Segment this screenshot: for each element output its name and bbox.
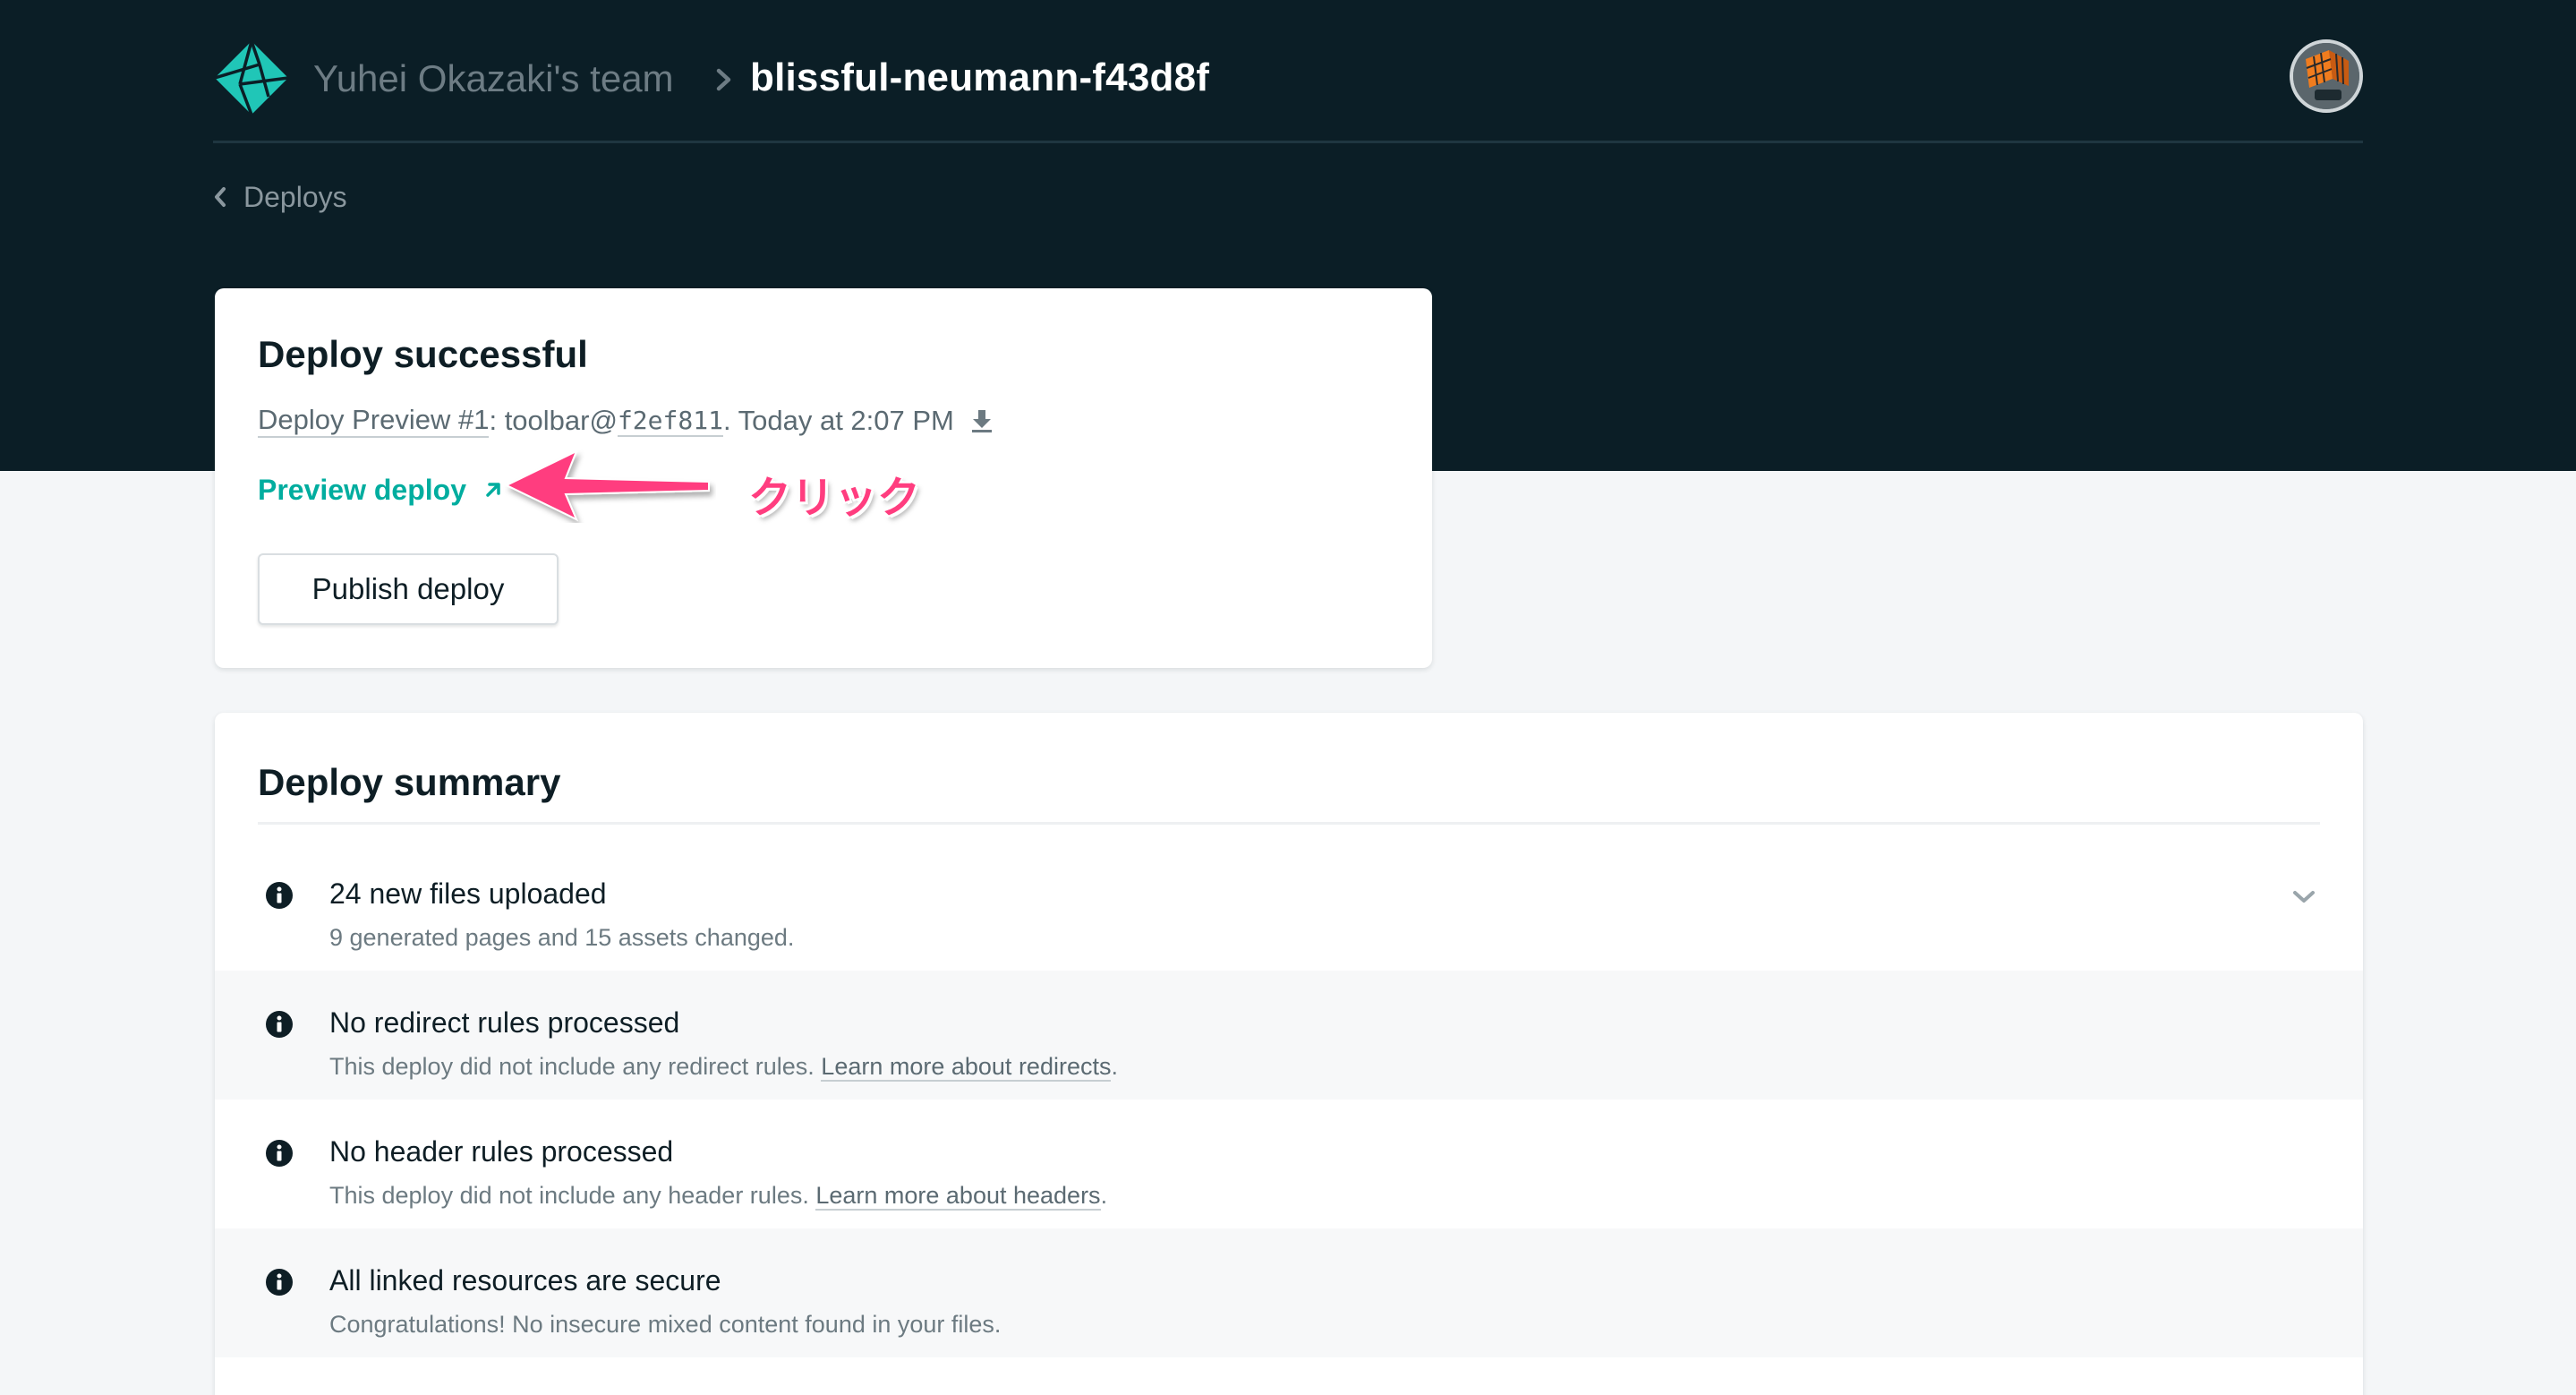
deploy-meta: Deploy Preview #1 : toolbar@ f2ef811 . T…: [258, 403, 994, 439]
learn-more-redirects-link[interactable]: Learn more about redirects: [821, 1053, 1112, 1082]
summary-row-heading: All linked resources are secure: [329, 1264, 721, 1297]
info-icon: [266, 882, 293, 909]
preview-deploy-label: Preview deploy: [258, 473, 466, 506]
back-to-deploys-link[interactable]: Deploys: [213, 179, 347, 215]
summary-row-text: Congratulations! No insecure mixed conte…: [329, 1311, 1002, 1338]
user-avatar[interactable]: [2290, 39, 2363, 113]
summary-row-description: Congratulations! No insecure mixed conte…: [329, 1311, 1001, 1339]
chevron-left-icon: [215, 187, 226, 207]
chevron-right-icon: [716, 68, 731, 91]
deploy-status-title: Deploy successful: [258, 333, 588, 375]
summary-row-description: This deploy did not include any header r…: [329, 1182, 1108, 1211]
summary-row-text: This deploy did not include any header r…: [329, 1182, 816, 1209]
back-link-label: Deploys: [243, 180, 347, 213]
netlify-logo-icon[interactable]: [213, 39, 290, 116]
chevron-down-icon[interactable]: [2291, 888, 2316, 906]
summary-row-description: 9 generated pages and 15 assets changed.: [329, 924, 794, 952]
summary-row-heading: 24 new files uploaded: [329, 877, 607, 910]
summary-row-text: This deploy did not include any redirect…: [329, 1053, 822, 1080]
deploy-branch: : toolbar@: [489, 405, 618, 436]
commit-link[interactable]: f2ef811: [617, 406, 723, 437]
info-icon: [266, 1011, 293, 1038]
deploy-time: . Today at 2:07 PM: [722, 405, 954, 436]
external-link-icon: [486, 483, 500, 497]
summary-row-headers: No header rules processed This deploy di…: [215, 1100, 2363, 1228]
deploy-preview-link[interactable]: Deploy Preview #1: [258, 404, 490, 438]
learn-more-headers-link[interactable]: Learn more about headers: [815, 1182, 1101, 1211]
summary-row-punctuation: .: [1100, 1182, 1108, 1209]
info-icon: [266, 1140, 293, 1167]
deploy-summary-card: Deploy summary 24 new files uploaded 9 g…: [215, 713, 2363, 1395]
summary-row-mixed-content: All linked resources are secure Congratu…: [215, 1228, 2363, 1357]
publish-deploy-button[interactable]: Publish deploy: [258, 553, 559, 625]
top-navigation: Yuhei Okazaki's team blissful-neumann-f4…: [213, 36, 2363, 143]
preview-deploy-link[interactable]: Preview deploy: [258, 471, 502, 509]
team-breadcrumb[interactable]: Yuhei Okazaki's team: [313, 57, 674, 100]
download-icon[interactable]: [970, 408, 994, 433]
info-icon: [266, 1269, 293, 1296]
summary-row-heading: No header rules processed: [329, 1135, 674, 1168]
summary-row-punctuation: .: [1111, 1053, 1118, 1080]
avatar-image: [2293, 43, 2359, 109]
summary-row-files[interactable]: 24 new files uploaded 9 generated pages …: [215, 842, 2363, 971]
divider: [258, 822, 2320, 825]
deploy-summary-title: Deploy summary: [258, 761, 561, 803]
annotation-arrow-icon: [504, 449, 710, 522]
site-name[interactable]: blissful-neumann-f43d8f: [750, 56, 1209, 100]
summary-row-redirects: No redirect rules processed This deploy …: [215, 971, 2363, 1100]
summary-row-description: This deploy did not include any redirect…: [329, 1053, 1118, 1082]
annotation-label: クリック: [748, 473, 921, 523]
summary-row-heading: No redirect rules processed: [329, 1006, 680, 1039]
summary-row-text: 9 generated pages and 15 assets changed.: [329, 924, 795, 951]
